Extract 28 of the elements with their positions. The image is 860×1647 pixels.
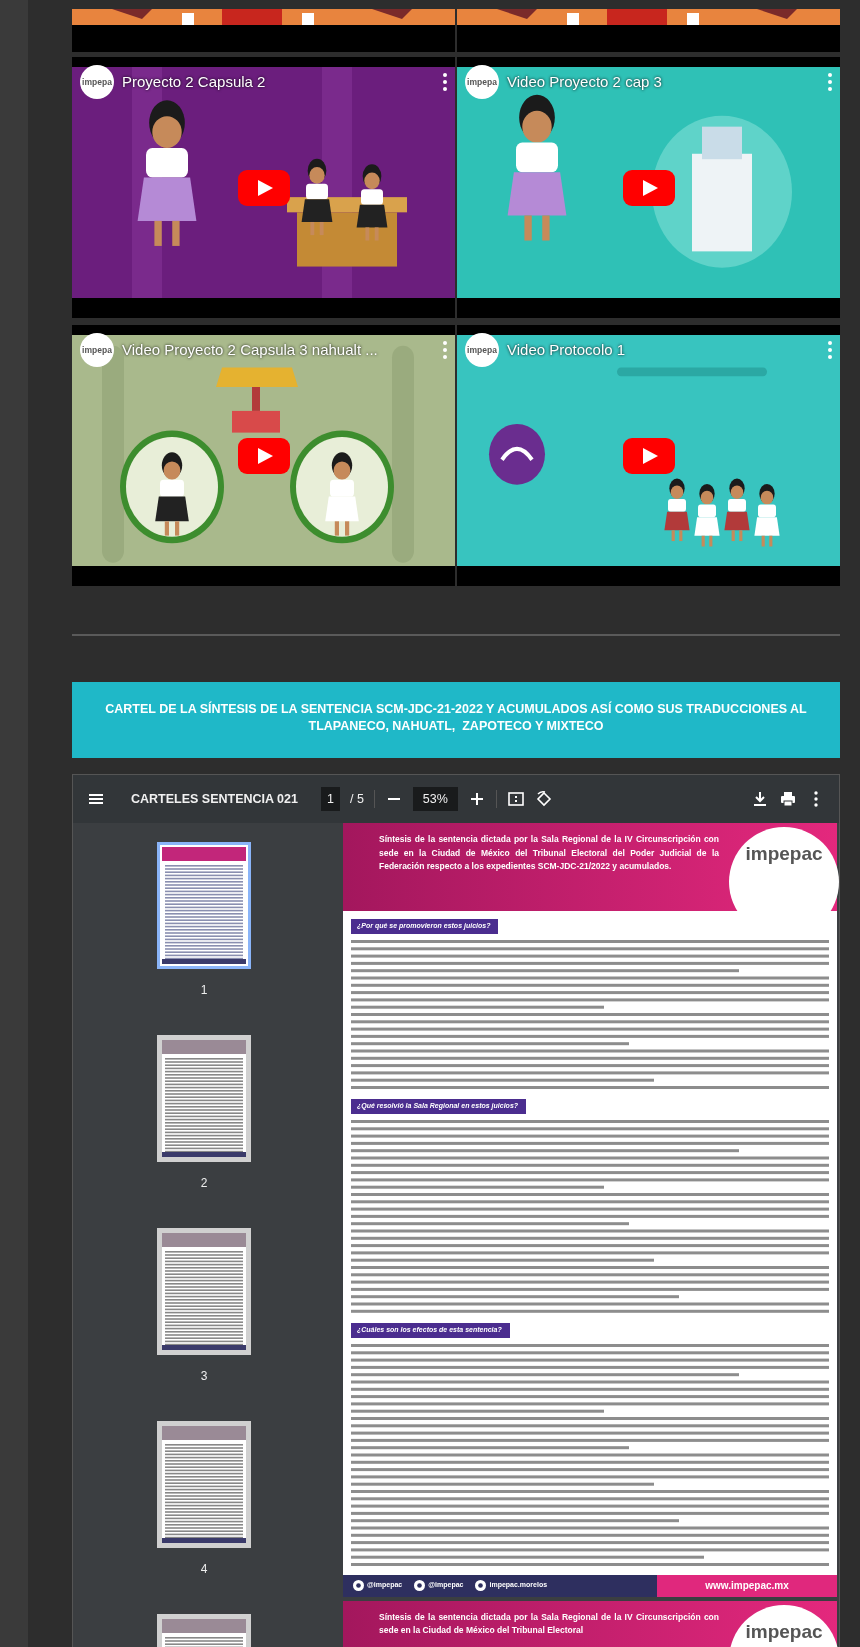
page-thumbnail[interactable]	[157, 1228, 251, 1355]
print-icon[interactable]	[779, 790, 797, 808]
social-icon[interactable]	[475, 1580, 487, 1592]
video-title[interactable]: Proyecto 2 Capsula 2	[122, 70, 435, 94]
page-count: / 5	[349, 790, 364, 808]
header-title: Síntesis de la sentencia dictada por la Sala Regional de la IV Circunscripción con sede en la Ciudad de México del Tribunal Electoral del Poder Judicial de la Federación respecto a los expedientes SCM-JDC-21/2022 y acumulados.	[379, 833, 719, 873]
document-title: CARTELES SENTENCIA 021	[131, 790, 299, 808]
page-thumbnail[interactable]	[157, 842, 251, 969]
page-number: 4	[200, 1561, 208, 1578]
logo: impepac	[729, 1604, 839, 1647]
page-thumbnail[interactable]	[157, 1035, 251, 1162]
page-thumbnail[interactable]	[157, 1421, 251, 1548]
page-number: 1	[200, 982, 208, 999]
header-title: Síntesis de la sentencia dictada por la Sala Regional de la IV Circunscripción con sede en la Ciudad de México del Tribunal Electoral	[379, 1610, 719, 1638]
page-number: 3	[200, 1368, 208, 1385]
more-options-icon[interactable]	[443, 73, 447, 91]
download-icon[interactable]	[751, 790, 769, 808]
banner-heading: CARTEL DE LA SÍNTESIS DE LA SENTENCIA SCM-JDC-21-2022 Y ACUMULADOS ASÍ COMO SUS TRADUCCIONES AL TLAPANECO, NAHUATL, ZAPOTECO Y MIXTECO	[72, 682, 840, 758]
website-link[interactable]: www.impepac.mx	[657, 1574, 837, 1597]
zoom-field[interactable]: 53%	[412, 786, 458, 812]
rotate-icon[interactable]	[534, 790, 553, 808]
fit-page-icon[interactable]	[506, 790, 525, 808]
social-icon[interactable]	[353, 1580, 364, 1592]
page-number-field[interactable]: 1	[321, 786, 340, 812]
social-icon[interactable]	[414, 1580, 426, 1592]
play-button[interactable]	[237, 169, 290, 206]
play-button[interactable]	[622, 437, 675, 474]
page-number: 2	[200, 1175, 208, 1192]
